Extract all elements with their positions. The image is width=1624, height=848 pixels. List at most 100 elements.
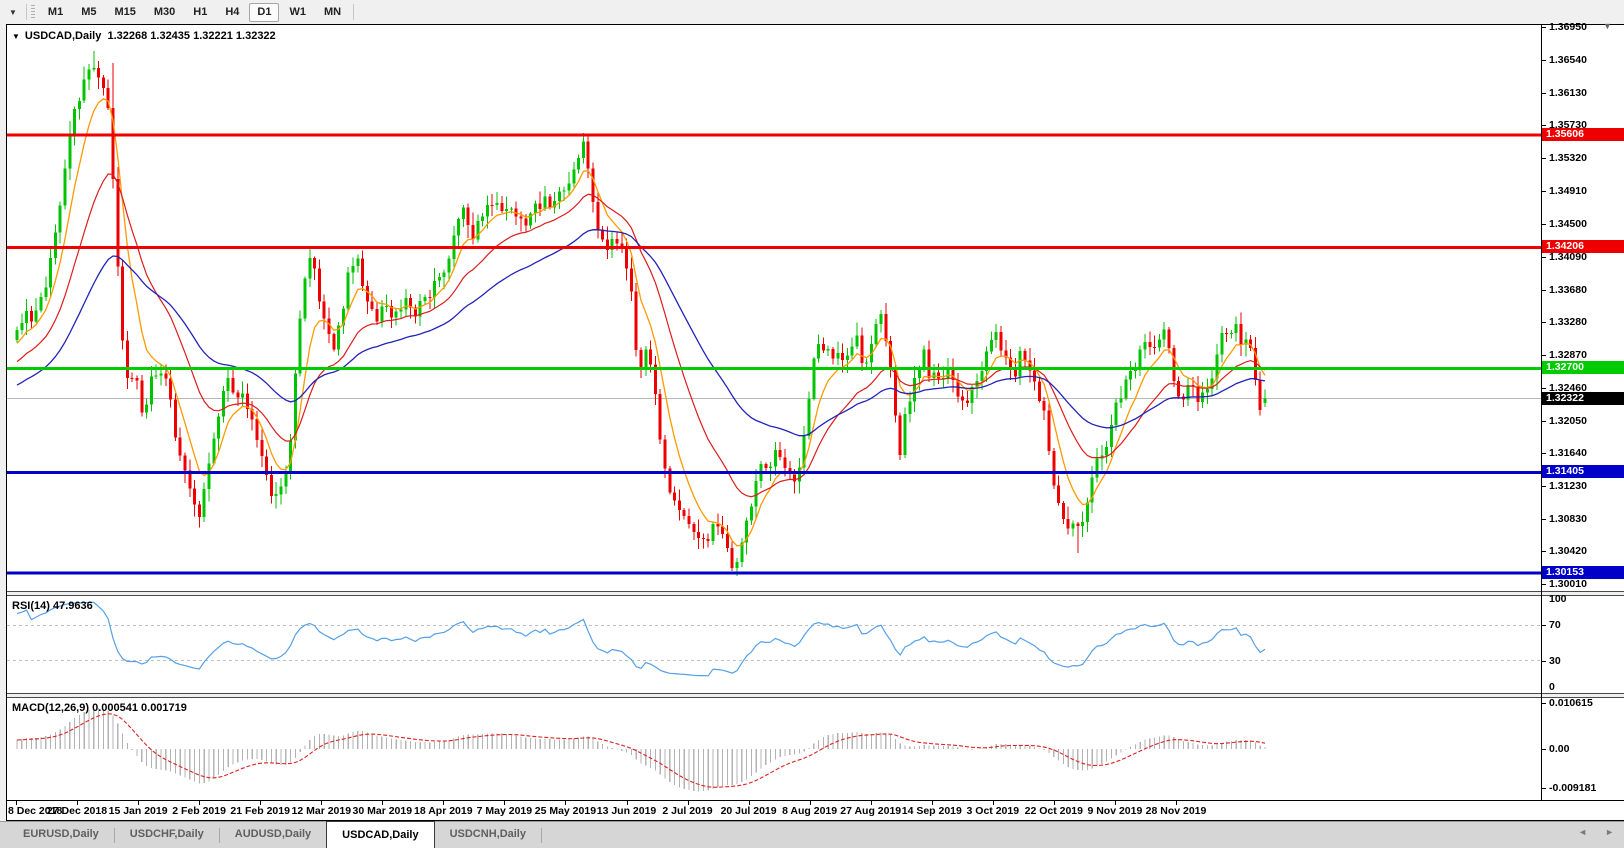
price-tick-label: 1.33680 — [1549, 284, 1587, 296]
chart-tab-eurusd[interactable]: EURUSD,Daily — [8, 822, 114, 848]
tab-scroll-arrows: ◄ ► — [1578, 827, 1614, 837]
price-tick-label: 1.30830 — [1549, 513, 1587, 525]
date-tick-label: 8 Aug 2019 — [782, 805, 837, 817]
chart-title-ohlc: 1.32268 1.32435 1.32221 1.32322 — [107, 30, 275, 42]
price-tick-mark — [1541, 584, 1546, 585]
macd-tick-label: 0.00 — [1549, 743, 1569, 755]
timeframe-button-mn[interactable]: MN — [316, 3, 349, 22]
price-tick-mark — [1541, 158, 1546, 159]
chart-dropdown-icon[interactable]: ▼ — [3, 6, 23, 19]
chart-title-symbol: USDCAD,Daily — [25, 30, 101, 42]
chart-shift-marker-icon: ▼ — [1603, 21, 1612, 31]
tab-scroll-left-icon[interactable]: ◄ — [1578, 827, 1587, 837]
timeframe-toolbar: ▼ M1M5M15M30H1H4D1W1MN — [0, 0, 1624, 24]
date-tick-label: 18 Apr 2019 — [414, 805, 473, 817]
price-tick-mark — [1541, 191, 1546, 192]
price-level-badge: 1.31405 — [1542, 465, 1624, 478]
price-tick-mark — [1541, 125, 1546, 126]
timeframe-button-d1[interactable]: D1 — [249, 3, 279, 22]
main-price-chart — [7, 25, 1541, 591]
price-tick-mark — [1541, 257, 1546, 258]
chart-tab-usdcad[interactable]: USDCAD,Daily — [326, 821, 434, 848]
chart-title-collapse-icon[interactable]: ▼ — [12, 32, 20, 41]
macd-tick-mark — [1541, 788, 1546, 789]
price-tick-label: 1.36130 — [1549, 87, 1587, 99]
date-tick-label: 25 May 2019 — [535, 805, 596, 817]
price-level-badge: 1.30153 — [1542, 566, 1624, 579]
macd-tick-label: -0.009181 — [1549, 782, 1596, 794]
rsi-tick-label: 0 — [1549, 681, 1555, 693]
timeframe-button-m1[interactable]: M1 — [40, 3, 71, 22]
toolbar-separator — [26, 4, 27, 20]
rsi-tick-mark — [1541, 625, 1546, 626]
chart-tab-audusd[interactable]: AUDUSD,Daily — [220, 822, 326, 848]
price-tick-mark — [1541, 388, 1546, 389]
price-tick-mark — [1541, 322, 1546, 323]
date-tick-label: 2 Feb 2019 — [172, 805, 226, 817]
timeframe-button-m15[interactable]: M15 — [106, 3, 143, 22]
timeframe-button-w1[interactable]: W1 — [281, 3, 314, 22]
macd-tick-label: 0.010615 — [1549, 697, 1593, 709]
date-tick-label: 28 Nov 2019 — [1146, 805, 1207, 817]
timeframe-button-h1[interactable]: H1 — [185, 3, 215, 22]
price-axis-border — [1541, 25, 1542, 800]
price-tick-label: 1.33280 — [1549, 316, 1587, 328]
date-tick-label: 2 Jul 2019 — [662, 805, 712, 817]
price-tick-label: 1.30010 — [1549, 578, 1587, 590]
macd-indicator-pane — [7, 698, 1541, 800]
price-tick-label: 1.34910 — [1549, 185, 1587, 197]
tab-scroll-right-icon[interactable]: ► — [1605, 827, 1614, 837]
price-tick-label: 1.31640 — [1549, 447, 1587, 459]
macd-tick-mark — [1541, 749, 1546, 750]
price-tick-label: 1.31230 — [1549, 480, 1587, 492]
date-tick-label: 7 May 2019 — [477, 805, 532, 817]
date-tick-label: 22 Oct 2019 — [1025, 805, 1083, 817]
macd-tick-mark — [1541, 703, 1546, 704]
rsi-tick-mark — [1541, 661, 1546, 662]
chart-tab-usdchf[interactable]: USDCHF,Daily — [115, 822, 219, 848]
price-tick-label: 1.32870 — [1549, 349, 1587, 361]
timeframe-buttons: M1M5M15M30H1H4D1W1MN — [39, 3, 350, 22]
price-tick-mark — [1541, 355, 1546, 356]
price-tick-label: 1.32050 — [1549, 415, 1587, 427]
price-tick-mark — [1541, 453, 1546, 454]
date-tick-label: 14 Sep 2019 — [902, 805, 962, 817]
price-tick-label: 1.36950 — [1549, 21, 1587, 33]
rsi-tick-label: 30 — [1549, 655, 1561, 667]
price-level-badge: 1.32700 — [1542, 361, 1624, 374]
price-tick-mark — [1541, 421, 1546, 422]
chart-tab-usdcnh[interactable]: USDCNH,Daily — [435, 822, 541, 848]
price-tick-mark — [1541, 551, 1546, 552]
date-tick-label: 15 Jan 2019 — [109, 805, 168, 817]
timeframe-button-m30[interactable]: M30 — [146, 3, 183, 22]
date-tick-label: 21 Feb 2019 — [230, 805, 290, 817]
price-tick-mark — [1541, 486, 1546, 487]
time-axis-border — [7, 800, 1624, 801]
price-tick-mark — [1541, 27, 1546, 28]
timeframe-button-h4[interactable]: H4 — [217, 3, 247, 22]
date-tick-label: 13 Jun 2019 — [597, 805, 657, 817]
rsi-tick-label: 70 — [1549, 619, 1561, 631]
date-tick-label: 20 Jul 2019 — [721, 805, 777, 817]
date-tick-label: 27 Dec 2018 — [47, 805, 107, 817]
rsi-label: RSI(14) 47.9636 — [12, 600, 93, 612]
macd-label: MACD(12,26,9) 0.000541 0.001719 — [12, 702, 187, 714]
tab-separator — [541, 828, 542, 843]
price-tick-mark — [1541, 60, 1546, 61]
date-tick-label: 27 Aug 2019 — [840, 805, 901, 817]
date-tick-label: 12 Mar 2019 — [292, 805, 352, 817]
price-tick-label: 1.34500 — [1549, 218, 1587, 230]
date-tick-label: 30 Mar 2019 — [353, 805, 413, 817]
date-tick-label: 3 Oct 2019 — [967, 805, 1020, 817]
chart-title: ▼ USDCAD,Daily 1.32268 1.32435 1.32221 1.… — [12, 30, 276, 42]
price-tick-mark — [1541, 519, 1546, 520]
current-price-badge: 1.32322 — [1542, 392, 1624, 405]
date-tick-label: 9 Nov 2019 — [1087, 805, 1142, 817]
toolbar-grip-handle[interactable] — [31, 5, 35, 20]
mt4-window: ▼ M1M5M15M30H1H4D1W1MN ▼USDCAD,Daily 1.3… — [0, 0, 1624, 848]
price-tick-label: 1.30420 — [1549, 545, 1587, 557]
price-tick-mark — [1541, 93, 1546, 94]
timeframe-button-m5[interactable]: M5 — [73, 3, 104, 22]
toolbar-separator — [353, 4, 354, 20]
price-tick-label: 1.35320 — [1549, 152, 1587, 164]
